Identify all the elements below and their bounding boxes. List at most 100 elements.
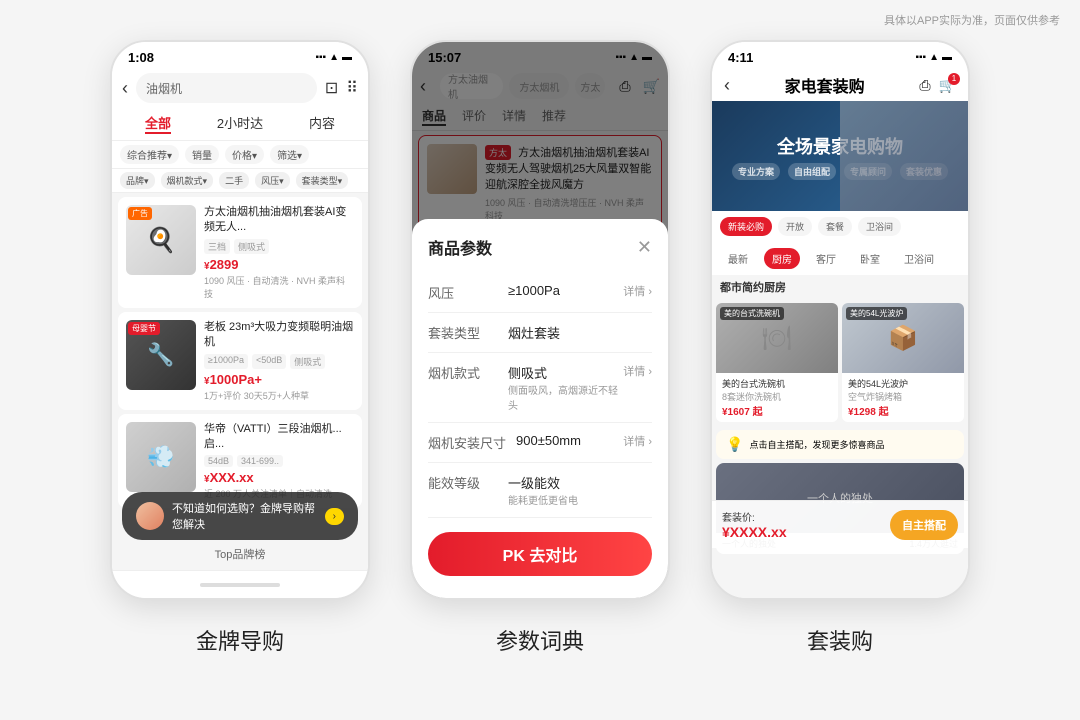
product-name-3: 华帝（VATTI）三段油烟机...启... xyxy=(204,422,354,453)
param-modal: 商品参数 ✕ 风压 ≥1000Pa 详情 › 套装类型 烟灶套装 xyxy=(412,219,668,598)
modal-close-btn[interactable]: ✕ xyxy=(637,237,652,258)
filter2-brand[interactable]: 品牌▾ xyxy=(120,172,155,189)
preset-btn-bath[interactable]: 卫浴间 xyxy=(858,217,901,236)
prod-info3-1: 美的台式洗碗机 8套迷你洗碗机 ¥1607 起 xyxy=(716,373,838,422)
filter-price[interactable]: 价格▾ xyxy=(225,145,264,164)
back-btn3[interactable]: ‹ xyxy=(724,75,730,96)
bottom-label: Top品牌榜 xyxy=(112,546,368,562)
product-image-3: 💨 xyxy=(126,422,196,492)
search-bar[interactable]: 油烟机 xyxy=(136,73,317,103)
tab-content[interactable]: 内容 xyxy=(309,113,335,134)
product-info-2: 老板 23m³大吸力变频聪明油烟机 ≥1000Pa <50dB 侧吸式 ¥100… xyxy=(204,320,354,402)
tag-2c: 侧吸式 xyxy=(290,354,325,369)
phone3-wrapper: 4:11 ▪▪▪ ▲ ▬ ‹ 家电套装购 ⎙ 🛒 1 xyxy=(710,40,970,656)
guide-bar[interactable]: 不知道如何选购？金牌导购帮您解决 › xyxy=(122,492,358,540)
param-label-4: 烟机安装尺寸 xyxy=(428,433,506,452)
page-title3: 家电套装购 xyxy=(785,73,865,97)
bulb-icon: 💡 xyxy=(726,436,743,453)
product-image-1: 🍳 广告 xyxy=(126,205,196,275)
camera-icon[interactable]: ⊡ xyxy=(325,78,338,98)
cat-tab-bath[interactable]: 卫浴间 xyxy=(896,248,942,269)
filter-filter[interactable]: 筛选▾ xyxy=(270,145,309,164)
sub-tag-1: 专业方案 xyxy=(732,163,780,180)
filter-sales[interactable]: 销量 xyxy=(185,145,219,164)
hero-banner: 全场景家电购物 专业方案 自由组配 专属顾问 套装优惠 xyxy=(712,101,968,211)
cart-icon3[interactable]: 🛒 1 xyxy=(939,77,956,94)
phones-container: 1:08 ▪▪▪ ▲ ▬ ‹ 油烟机 ⊡ ⠿ 全部 2小时达 内 xyxy=(0,0,1080,676)
bundle-price-value: ¥XXXX.xx xyxy=(722,524,787,540)
phone3-label: 套装购 xyxy=(807,624,873,656)
phone1-label: 金牌导购 xyxy=(196,624,284,656)
guide-action-btn[interactable]: › xyxy=(325,508,344,525)
phone1-signal: ▪▪▪ ▲ ▬ xyxy=(315,52,352,63)
menu-icon[interactable]: ⠿ xyxy=(346,78,358,98)
param-label-1: 风压 xyxy=(428,283,498,302)
back-button[interactable]: ‹ xyxy=(122,78,128,99)
product-meta-1: 1090 风压 · 自动清洗 · NVH 柔声科技 xyxy=(204,274,354,300)
wifi-icon: ▲ xyxy=(329,52,339,63)
cat-tab-kitchen[interactable]: 厨房 xyxy=(764,248,800,269)
product-tags-3: 54dB 341-699.. xyxy=(204,455,354,467)
param-value-5-sub: 能耗更低更省电 xyxy=(508,492,652,507)
phone1-tabs: 全部 2小时达 内容 xyxy=(112,107,368,141)
badge-2: 母婴节 xyxy=(128,322,160,335)
bundle-hint-text: 点击自主搭配，发现更多惊喜商品 xyxy=(749,438,884,451)
product-card3-1[interactable]: 🍽 美的台式洗碗机 美的台式洗碗机 8套迷你洗碗机 ¥1607 起 xyxy=(716,303,838,422)
tag-3a: 54dB xyxy=(204,455,233,467)
cat-tab-new[interactable]: 最新 xyxy=(720,248,756,269)
modal-header: 商品参数 ✕ xyxy=(428,235,652,259)
preset-buttons: 新装必购 开放 套餐 卫浴间 xyxy=(712,211,968,242)
filter2-bundle[interactable]: 套装类型▾ xyxy=(296,172,349,189)
filter2-style[interactable]: 烟机款式▾ xyxy=(161,172,214,189)
param-value-1: ≥1000Pa xyxy=(508,283,623,298)
filter2-wind[interactable]: 风压▾ xyxy=(255,172,290,189)
phone2: 15:07 ▪▪▪ ▲ ▬ ‹ 方太油烟机 方太烟机 方太 ⎙ 🛒 xyxy=(410,40,670,600)
product-info-3: 华帝（VATTI）三段油烟机...启... 54dB 341-699.. ¥XX… xyxy=(204,422,354,501)
product-tags-2: ≥1000Pa <50dB 侧吸式 xyxy=(204,354,354,369)
modal-overlay: 商品参数 ✕ 风压 ≥1000Pa 详情 › 套装类型 烟灶套装 xyxy=(412,42,668,598)
cat-tab-bedroom[interactable]: 卧室 xyxy=(852,248,888,269)
product-card-1[interactable]: 🍳 广告 方太油烟机抽油烟机套装AI变频无人... 三档 侧吸式 ¥2899 1… xyxy=(118,197,362,308)
prod-name3-1: 美的台式洗碗机 xyxy=(722,377,832,390)
prod-price3-2: ¥1298 起 xyxy=(848,403,958,418)
product-tags-1: 三档 侧吸式 xyxy=(204,239,354,254)
product-card3-2[interactable]: 📦 美的54L光波炉 美的54L光波炉 空气炸锅烤箱 ¥1298 起 xyxy=(842,303,964,422)
product-price-1: ¥2899 xyxy=(204,257,354,272)
param-detail-3[interactable]: 详情 › xyxy=(623,363,652,379)
preset-btn-bedroom[interactable]: 套餐 xyxy=(818,217,852,236)
prod-tag3-1: 美的台式洗碗机 xyxy=(720,307,784,320)
param-row-3: 烟机款式 侧吸式 侧面吸风，高烟源近不轻头 详情 › xyxy=(428,353,652,423)
tab-2hour[interactable]: 2小时达 xyxy=(217,113,263,134)
bundle-price-section: 套装价: ¥XXXX.xx xyxy=(722,509,787,540)
battery-icon3: ▬ xyxy=(942,52,952,63)
preset-btn-open[interactable]: 开放 xyxy=(778,217,812,236)
param-label-2: 套装类型 xyxy=(428,323,498,342)
section-label-kitchen: 都市简约厨房 xyxy=(712,275,968,299)
bundle-hint-bar[interactable]: 💡 点击自主搭配，发现更多惊喜商品 xyxy=(716,430,964,459)
preset-btn-new[interactable]: 新装必购 xyxy=(720,217,772,236)
phone3-category-tabs: 最新 厨房 客厅 卧室 卫浴间 xyxy=(712,242,968,275)
param-value-3-main: 侧吸式 xyxy=(508,366,547,381)
param-detail-4[interactable]: 详情 › xyxy=(623,433,652,449)
phone3-time: 4:11 xyxy=(728,50,753,65)
share-icon3[interactable]: ⎙ xyxy=(919,77,930,94)
phone1-filter-row1: 综合推荐▾ 销量 价格▾ 筛选▾ xyxy=(112,141,368,169)
param-detail-1[interactable]: 详情 › xyxy=(623,283,652,299)
hero-image xyxy=(840,101,968,211)
param-value-3-sub: 侧面吸风，高烟源近不轻头 xyxy=(508,382,623,412)
pk-compare-btn[interactable]: PK 去对比 xyxy=(428,532,652,576)
filter-recommend[interactable]: 综合推荐▾ xyxy=(120,145,179,164)
product-card-2[interactable]: 🔧 母婴节 老板 23m³大吸力变频聪明油烟机 ≥1000Pa <50dB 侧吸… xyxy=(118,312,362,410)
phone3-nav: ‹ 家电套装购 ⎙ 🛒 1 xyxy=(712,69,968,101)
cat-tab-living[interactable]: 客厅 xyxy=(808,248,844,269)
disclaimer-text: 具体以APP实际为准，页面仅供参考 xyxy=(884,12,1060,28)
prod-tag3-2: 美的54L光波炉 xyxy=(846,307,907,320)
product-name-1: 方太油烟机抽油烟机套装AI变频无人... xyxy=(204,205,354,236)
self-match-btn[interactable]: 自主搭配 xyxy=(890,510,958,540)
phone1-filter-row2: 品牌▾ 烟机款式▾ 二手 风压▾ 套装类型▾ xyxy=(112,169,368,193)
tab-all[interactable]: 全部 xyxy=(145,113,171,134)
prod-price3-1: ¥1607 起 xyxy=(722,403,832,418)
phone1-bottom-bar xyxy=(112,570,368,598)
filter2-second[interactable]: 二手 xyxy=(219,172,249,189)
tag-2b: <50dB xyxy=(252,354,286,369)
